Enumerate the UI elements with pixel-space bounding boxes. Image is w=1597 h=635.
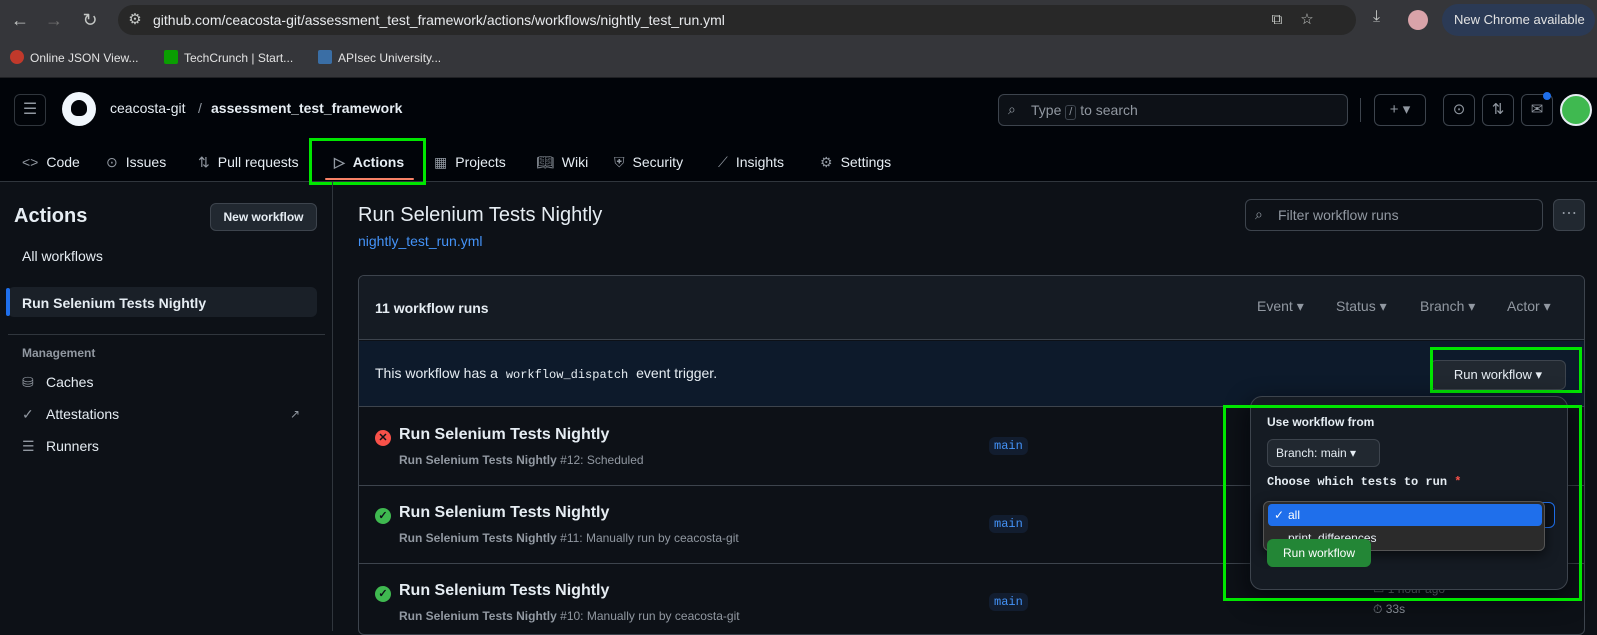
shield-icon: ⛨: [614, 154, 625, 170]
pull-requests-icon[interactable]: ⇅: [1482, 94, 1514, 126]
tab-security[interactable]: ⛨ Security: [614, 146, 683, 178]
filter-event-dropdown[interactable]: Event ▾: [1257, 298, 1304, 315]
tab-issues[interactable]: ⊙ Issues: [106, 146, 166, 178]
sidebar-section-management: Management: [22, 346, 96, 360]
filter-runs-input[interactable]: ⌕ Filter workflow runs: [1245, 199, 1543, 231]
sidebar-divider: [8, 334, 325, 335]
address-bar[interactable]: ⚙ github.com/ceacosta-git/assessment_tes…: [118, 5, 1356, 35]
stopwatch-icon: ⏱: [1373, 602, 1383, 616]
apisec-favicon: [318, 50, 332, 64]
code-icon: <>: [22, 154, 39, 170]
pull-request-icon: ⇅: [198, 154, 210, 170]
table-icon: ▦: [434, 154, 448, 170]
branch-tag[interactable]: main: [989, 437, 1028, 455]
sidebar-item-all-workflows[interactable]: All workflows: [22, 248, 103, 264]
github-header: ☰ ceacosta-git / assessment_test_framewo…: [0, 78, 1597, 182]
sidebar-item-runners[interactable]: ☰ Runners: [22, 438, 99, 455]
more-options-icon[interactable]: ⋯: [1553, 199, 1585, 231]
workflow-title: Run Selenium Tests Nightly: [358, 204, 603, 226]
actions-tab-highlight: [309, 138, 426, 185]
run-subtitle: Run Selenium Tests Nightly #11: Manually…: [399, 531, 739, 545]
tab-code[interactable]: <> Code: [22, 146, 80, 178]
server-icon: ☰: [22, 438, 35, 454]
sidebar-item-caches[interactable]: ⛁ Caches: [22, 374, 93, 391]
bookmark-star-icon[interactable]: ☆: [1298, 11, 1316, 29]
success-check-icon: ✓: [375, 508, 391, 524]
filter-branch-dropdown[interactable]: Branch ▾: [1420, 298, 1475, 315]
sidebar-item-selenium-workflow[interactable]: Run Selenium Tests Nightly: [22, 295, 206, 311]
tab-projects[interactable]: ▦ Projects: [434, 146, 506, 178]
actions-sidebar: Actions New workflow All workflows Run S…: [0, 182, 333, 631]
menu-icon[interactable]: ☰: [14, 94, 46, 126]
sidebar-item-attestations[interactable]: ✓ Attestations: [22, 406, 119, 423]
breadcrumb-separator: /: [198, 100, 202, 116]
json-viewer-favicon: [10, 50, 24, 64]
run-workflow-highlight: [1430, 347, 1582, 393]
run-subtitle: Run Selenium Tests Nightly #10: Manually…: [399, 609, 740, 623]
bookmarks-bar: Online JSON View... TechCrunch | Start..…: [0, 40, 1597, 78]
run-title[interactable]: Run Selenium Tests Nightly: [399, 426, 609, 444]
bookmark-json-viewer[interactable]: Online JSON View...: [10, 50, 139, 65]
bookmark-techcrunch[interactable]: TechCrunch | Start...: [164, 50, 293, 65]
tab-settings[interactable]: ⚙ Settings: [820, 146, 891, 178]
external-link-icon: ↗: [290, 407, 301, 421]
reload-icon[interactable]: ↻: [78, 8, 102, 32]
filter-status-dropdown[interactable]: Status ▾: [1336, 298, 1387, 315]
issues-icon: ⊙: [106, 154, 118, 170]
book-icon: 📖︎: [536, 154, 554, 170]
back-arrow-icon[interactable]: ←: [8, 8, 32, 32]
branch-tag[interactable]: main: [989, 593, 1028, 611]
run-title[interactable]: Run Selenium Tests Nightly: [399, 582, 609, 600]
techcrunch-favicon: [164, 50, 178, 64]
profile-avatar[interactable]: [1408, 10, 1428, 30]
sidebar-title: Actions: [14, 205, 88, 227]
dispatch-message: This workflow has a workflow_dispatch ev…: [375, 365, 718, 382]
workflow-file-link[interactable]: nightly_test_run.yml: [358, 233, 483, 249]
repo-name-link[interactable]: assessment_test_framework: [211, 100, 402, 116]
dispatch-code: workflow_dispatch: [505, 368, 629, 382]
tab-pull-requests[interactable]: ⇅ Pull requests: [198, 146, 299, 178]
header-divider: [1360, 98, 1361, 122]
branch-tag[interactable]: main: [989, 515, 1028, 533]
search-placeholder: Type / to search: [1031, 102, 1138, 120]
create-new-plus-icon[interactable]: + ▾: [1374, 94, 1426, 126]
tab-insights[interactable]: ⟋ Insights: [718, 146, 784, 178]
verified-icon: ✓: [22, 406, 34, 422]
database-icon: ⛁: [22, 374, 34, 390]
success-check-icon: ✓: [375, 586, 391, 602]
download-icon[interactable]: ⤓: [1373, 8, 1380, 26]
url-text: github.com/ceacosta-git/assessment_test_…: [153, 12, 725, 28]
slash-kbd: /: [1065, 105, 1077, 120]
browser-toolbar: ← → ↻ ⚙ github.com/ceacosta-git/assessme…: [0, 0, 1597, 40]
forward-arrow-icon[interactable]: →: [42, 8, 66, 32]
gear-icon: ⚙: [820, 154, 833, 170]
tab-wiki[interactable]: 📖︎ Wiki: [536, 146, 588, 178]
graph-icon: ⟋: [718, 154, 728, 170]
failure-x-icon: ✕: [375, 430, 391, 446]
site-settings-icon[interactable]: ⚙: [126, 11, 144, 29]
runs-header: 11 workflow runs Event ▾ Status ▾ Branch…: [359, 276, 1584, 340]
sidebar-selected-indicator: [6, 288, 10, 316]
filter-placeholder: Filter workflow runs: [1278, 207, 1399, 223]
search-icon: ⌕: [1008, 101, 1016, 117]
user-avatar[interactable]: [1560, 94, 1592, 126]
global-search-input[interactable]: ⌕ Type / to search: [998, 94, 1348, 126]
run-title[interactable]: Run Selenium Tests Nightly: [399, 504, 609, 522]
bookmark-apisec[interactable]: APIsec University...: [318, 50, 441, 65]
new-workflow-button[interactable]: New workflow: [210, 203, 317, 231]
runs-count: 11 workflow runs: [375, 300, 489, 316]
run-duration: ⏱ 33s: [1373, 602, 1406, 616]
notification-dot: [1543, 92, 1551, 100]
filter-actor-dropdown[interactable]: Actor ▾: [1507, 298, 1551, 315]
copilot-issues-icon[interactable]: ⊙: [1443, 94, 1475, 126]
new-chrome-button[interactable]: New Chrome available: [1442, 4, 1595, 36]
install-app-icon[interactable]: ⧉: [1268, 11, 1286, 29]
run-subtitle: Run Selenium Tests Nightly #12: Schedule…: [399, 453, 644, 467]
search-icon: ⌕: [1255, 206, 1263, 222]
repo-owner-link[interactable]: ceacosta-git: [110, 100, 185, 116]
github-logo-icon[interactable]: [62, 92, 96, 126]
popover-highlight: [1223, 405, 1582, 601]
